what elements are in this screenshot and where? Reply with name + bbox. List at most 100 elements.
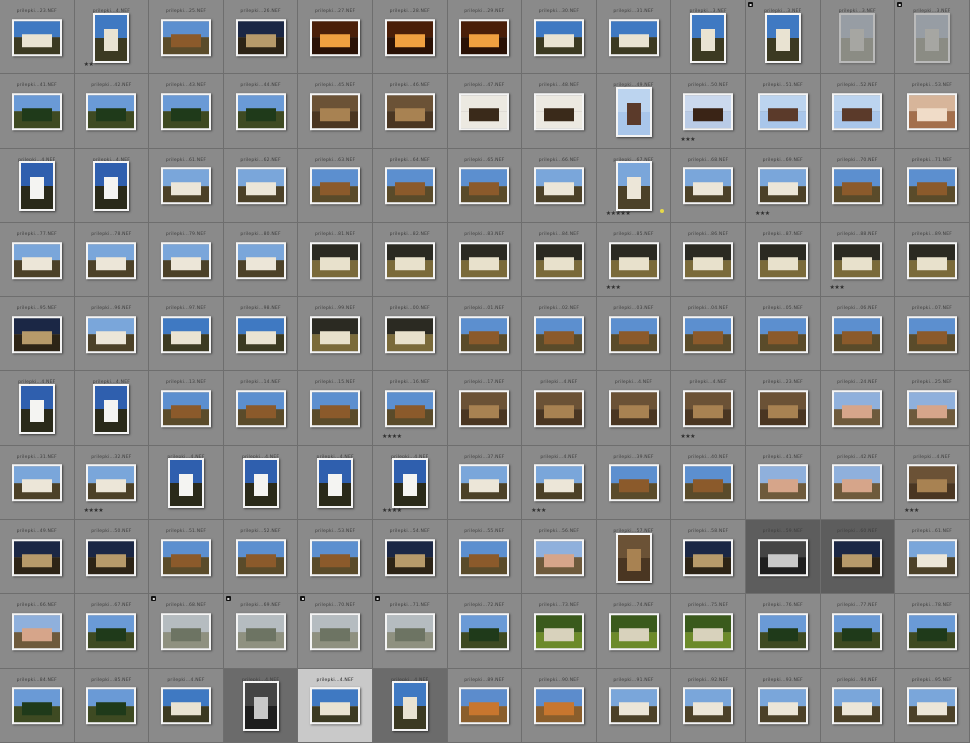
thumbnail-cell[interactable]: prilepki...97.NEF (149, 297, 224, 372)
photo-thumbnail[interactable] (757, 613, 808, 651)
thumbnail-cell[interactable]: prilepki...42.NEF (74, 74, 150, 149)
thumbnail-cell[interactable]: prilepki...39.NEF (596, 445, 672, 521)
thumbnail-cell[interactable]: prilepki...42.NEF (820, 445, 896, 521)
photo-thumbnail[interactable] (459, 167, 510, 205)
photo-thumbnail[interactable] (533, 316, 584, 354)
thumbnail-cell[interactable]: prilepki...82.NEF (372, 222, 448, 298)
thumbnail-cell[interactable]: prilepki...3.NEF (671, 0, 746, 75)
photo-thumbnail[interactable] (11, 464, 62, 502)
thumbnail-cell[interactable]: prilepki...70.NEF (820, 148, 896, 223)
thumbnail-cell[interactable]: prilepki...61.NEF (149, 148, 224, 223)
thumbnail-cell[interactable]: prilepki...61.NEF (895, 520, 970, 595)
thumbnail-cell[interactable]: prilepki...01.NEF (447, 297, 523, 372)
photo-thumbnail[interactable] (242, 458, 279, 509)
thumbnail-cell[interactable]: prilepki...73.NEF (522, 594, 597, 669)
photo-thumbnail[interactable] (533, 464, 584, 502)
thumbnail-cell[interactable]: prilepki...04.NEF (671, 297, 746, 372)
thumbnail-cell[interactable]: prilepki...85.NEF ★★★ (596, 222, 672, 298)
photo-thumbnail[interactable] (310, 613, 361, 651)
thumbnail-cell[interactable]: prilepki...4.NEF ★★ (74, 0, 150, 75)
photo-thumbnail[interactable] (683, 687, 734, 725)
thumbnail-cell[interactable]: prilepki...74.NEF (596, 594, 672, 669)
photo-thumbnail[interactable] (906, 464, 957, 502)
photo-thumbnail[interactable] (683, 613, 734, 651)
photo-thumbnail[interactable] (764, 12, 801, 63)
thumbnail-cell[interactable]: prilepki...31.NEF (0, 445, 75, 521)
thumbnail-cell[interactable]: prilepki...43.NEF (149, 74, 224, 149)
photo-thumbnail[interactable] (160, 538, 211, 576)
thumbnail-cell[interactable]: prilepki...4.NEF (522, 371, 597, 446)
photo-thumbnail[interactable] (757, 241, 808, 279)
star-rating[interactable]: ★★★ (755, 210, 770, 217)
photo-thumbnail[interactable] (86, 316, 137, 354)
photo-thumbnail[interactable] (235, 167, 286, 205)
photo-thumbnail[interactable] (608, 687, 659, 725)
thumbnail-cell[interactable]: prilepki...87.NEF (745, 222, 821, 298)
photo-thumbnail[interactable] (310, 538, 361, 576)
thumbnail-cell[interactable]: prilepki...06.NEF (820, 297, 896, 372)
thumbnail-cell[interactable]: prilepki...41.NEF (745, 445, 821, 521)
photo-thumbnail[interactable] (615, 161, 652, 212)
star-rating[interactable]: ★★★★ (382, 508, 402, 514)
thumbnail-cell[interactable]: prilepki...94.NEF (820, 668, 896, 743)
thumbnail-cell[interactable]: prilepki...88.NEF ★★★ (820, 222, 896, 298)
thumbnail-cell[interactable]: prilepki...90.NEF (522, 668, 597, 743)
photo-thumbnail[interactable] (160, 93, 211, 131)
photo-thumbnail[interactable] (384, 93, 435, 131)
photo-thumbnail[interactable] (459, 241, 510, 279)
photo-thumbnail[interactable] (533, 241, 584, 279)
photo-thumbnail[interactable] (86, 613, 137, 651)
photo-thumbnail[interactable] (384, 613, 435, 651)
thumbnail-cell[interactable]: prilepki...30.NEF (522, 0, 597, 75)
photo-thumbnail[interactable] (683, 241, 734, 279)
thumbnail-cell[interactable]: prilepki...57.NEF (596, 520, 672, 595)
star-rating[interactable]: ★★★★ (84, 508, 104, 514)
thumbnail-cell[interactable]: prilepki...69.NEF ★★★ (745, 148, 821, 223)
photo-thumbnail[interactable] (86, 93, 137, 131)
photo-thumbnail[interactable] (459, 538, 510, 576)
thumbnail-cell[interactable]: prilepki...52.NEF (820, 74, 896, 149)
photo-thumbnail[interactable] (86, 687, 137, 725)
photo-thumbnail[interactable] (459, 464, 510, 502)
photo-thumbnail[interactable] (608, 390, 659, 428)
photo-thumbnail[interactable] (310, 390, 361, 428)
photo-thumbnail[interactable] (906, 316, 957, 354)
photo-thumbnail[interactable] (906, 167, 957, 205)
thumbnail-cell[interactable]: prilepki...89.NEF (895, 222, 970, 298)
photo-thumbnail[interactable] (608, 316, 659, 354)
thumbnail-cell[interactable]: prilepki...95.NEF (0, 297, 75, 372)
photo-thumbnail[interactable] (391, 681, 428, 732)
thumbnail-cell[interactable]: prilepki...81.NEF (298, 222, 373, 298)
thumbnail-cell[interactable]: prilepki...86.NEF (671, 222, 746, 298)
photo-thumbnail[interactable] (608, 18, 659, 56)
thumbnail-cell[interactable]: prilepki...84.NEF (522, 222, 597, 298)
photo-thumbnail[interactable] (683, 464, 734, 502)
thumbnail-cell[interactable]: ▪ prilepki...69.NEF (223, 594, 299, 669)
photo-thumbnail[interactable] (913, 12, 950, 63)
photo-thumbnail[interactable] (608, 464, 659, 502)
thumbnail-cell[interactable]: prilepki...16.NEF ★★★★ (372, 371, 448, 446)
photo-thumbnail[interactable] (160, 241, 211, 279)
star-rating[interactable]: ★★★ (606, 285, 621, 291)
thumbnail-cell[interactable]: prilepki...3.NEF (820, 0, 896, 75)
thumbnail-cell[interactable]: prilepki...25.NEF (149, 0, 224, 75)
photo-thumbnail[interactable] (906, 613, 957, 651)
thumbnail-cell[interactable]: prilepki...45.NEF (298, 74, 373, 149)
photo-thumbnail[interactable] (93, 384, 130, 435)
thumbnail-cell[interactable]: prilepki...4.NEF (223, 445, 299, 521)
thumbnail-cell[interactable]: prilepki...47.NEF (447, 74, 523, 149)
photo-thumbnail[interactable] (757, 167, 808, 205)
photo-thumbnail[interactable] (533, 167, 584, 205)
thumbnail-cell[interactable]: prilepki...14.NEF (223, 371, 299, 446)
thumbnail-cell[interactable]: prilepki...4.NEF (223, 668, 299, 743)
photo-thumbnail[interactable] (839, 12, 876, 63)
photo-thumbnail[interactable] (11, 687, 62, 725)
thumbnail-cell[interactable]: prilepki...23.NEF (0, 0, 75, 75)
thumbnail-cell[interactable]: prilepki...03.NEF (596, 297, 672, 372)
photo-thumbnail[interactable] (235, 241, 286, 279)
thumbnail-cell[interactable]: prilepki...80.NEF (223, 222, 299, 298)
thumbnail-cell[interactable]: prilepki...4.NEF (149, 668, 224, 743)
thumbnail-cell[interactable]: ▪ prilepki...3.NEF (745, 0, 821, 75)
thumbnail-cell[interactable]: prilepki...85.NEF (74, 668, 150, 743)
photo-thumbnail[interactable] (683, 167, 734, 205)
